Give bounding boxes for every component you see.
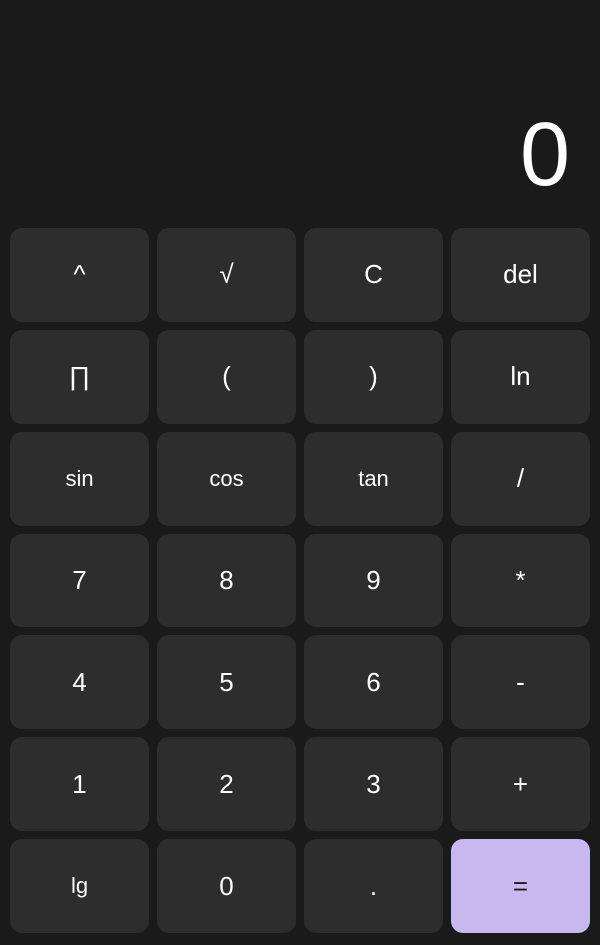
btn-multiply[interactable]: * (451, 534, 590, 628)
btn-7[interactable]: 7 (10, 534, 149, 628)
btn-5[interactable]: 5 (157, 635, 296, 729)
btn-dot[interactable]: . (304, 839, 443, 933)
btn-close-paren[interactable]: ) (304, 330, 443, 424)
btn-tan[interactable]: tan (304, 432, 443, 526)
btn-2[interactable]: 2 (157, 737, 296, 831)
btn-9[interactable]: 9 (304, 534, 443, 628)
btn-lg[interactable]: lg (10, 839, 149, 933)
btn-power[interactable]: ^ (10, 228, 149, 322)
btn-8[interactable]: 8 (157, 534, 296, 628)
btn-0[interactable]: 0 (157, 839, 296, 933)
btn-cos[interactable]: cos (157, 432, 296, 526)
display-area: 0 (0, 0, 600, 220)
btn-ln[interactable]: ln (451, 330, 590, 424)
btn-subtract[interactable]: - (451, 635, 590, 729)
btn-clear[interactable]: C (304, 228, 443, 322)
btn-divide[interactable]: / (451, 432, 590, 526)
btn-equals[interactable]: = (451, 839, 590, 933)
btn-sin[interactable]: sin (10, 432, 149, 526)
btn-open-paren[interactable]: ( (157, 330, 296, 424)
btn-4[interactable]: 4 (10, 635, 149, 729)
btn-1[interactable]: 1 (10, 737, 149, 831)
display-value: 0 (520, 110, 570, 200)
btn-6[interactable]: 6 (304, 635, 443, 729)
btn-del[interactable]: del (451, 228, 590, 322)
btn-3[interactable]: 3 (304, 737, 443, 831)
btn-sqrt[interactable]: √ (157, 228, 296, 322)
keypad-area: ^√Cdel ∏()ln sincostan/ 789* 456- 123+ lg0.= (0, 220, 600, 945)
btn-pi[interactable]: ∏ (10, 330, 149, 424)
btn-add[interactable]: + (451, 737, 590, 831)
